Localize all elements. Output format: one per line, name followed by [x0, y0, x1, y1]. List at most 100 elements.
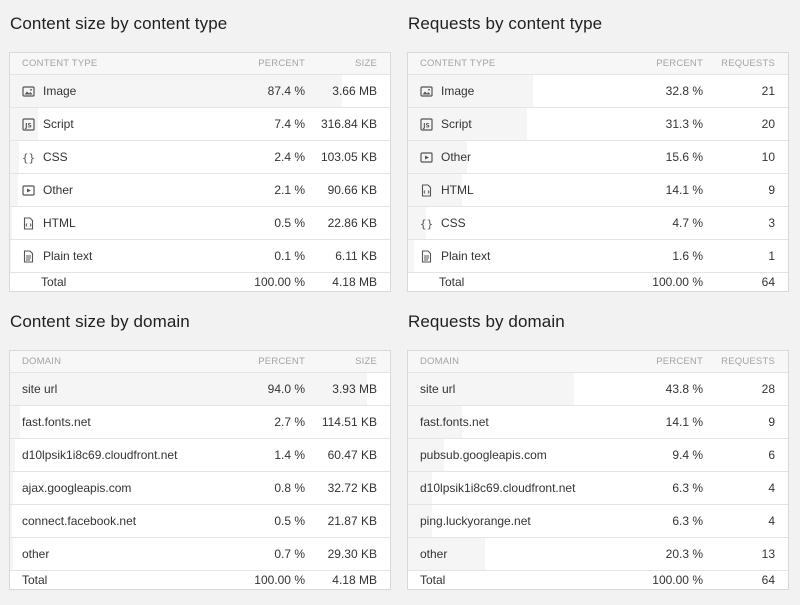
table: DOMAIN PERCENT SIZE site url 94.0 % 3.93 M… — [9, 350, 391, 590]
row-percent: 2.4 % — [274, 150, 305, 164]
table-header: DOMAIN PERCENT REQUESTS — [408, 351, 788, 373]
row-value: 21.87 KB — [327, 514, 377, 528]
table-row-site-url[interactable]: site url 94.0 % 3.93 MB — [10, 373, 390, 406]
row-label: Plain text — [43, 249, 93, 263]
table-row-image[interactable]: Image 87.4 % 3.66 MB — [10, 75, 390, 108]
row-percent: 14.1 % — [665, 415, 703, 429]
row-label: Other — [441, 150, 472, 164]
table-header: DOMAIN PERCENT SIZE — [10, 351, 390, 373]
row-label: Other — [43, 183, 74, 197]
script-icon: JS — [420, 117, 433, 131]
row-value: 9 — [768, 183, 775, 197]
table-row-d10lpsik1i8c69-cloudfront-net[interactable]: d10lpsik1i8c69.cloudfront.net 6.3 % 4 — [408, 472, 788, 505]
panel-title: Requests by domain — [408, 312, 565, 331]
total-label: Total — [420, 573, 446, 587]
table-row-script[interactable]: JS Script 7.4 % 316.84 KB — [10, 108, 390, 141]
row-value: 32.72 KB — [327, 481, 377, 495]
row-percent: 9.4 % — [672, 448, 703, 462]
table-row-css[interactable]: {} CSS 4.7 % 3 — [408, 207, 788, 240]
table-row-d10lpsik1i8c69-cloudfront-net[interactable]: d10lpsik1i8c69.cloudfront.net 1.4 % 60.47 … — [10, 439, 390, 472]
table-row-plain-text[interactable]: Plain text 1.6 % 1 — [408, 240, 788, 273]
header-percent[interactable]: PERCENT — [215, 356, 305, 367]
table-row-connect-facebook-net[interactable]: connect.facebook.net 0.5 % 21.87 KB — [10, 505, 390, 538]
header-percent[interactable]: PERCENT — [613, 356, 703, 367]
header-domain[interactable]: DOMAIN — [10, 356, 215, 367]
row-label: d10lpsik1i8c69.cloudfront.net — [22, 448, 178, 462]
header-domain[interactable]: DOMAIN — [408, 356, 613, 367]
row-label: fast.fonts.net — [420, 415, 489, 429]
row-percent: 20.3 % — [665, 547, 703, 561]
row-percent: 0.8 % — [274, 481, 305, 495]
row-percent: 94.0 % — [267, 382, 305, 396]
header-content-type[interactable]: CONTENT TYPE — [10, 58, 215, 69]
other-icon — [420, 151, 433, 164]
table-row-image[interactable]: Image 32.8 % 21 — [408, 75, 788, 108]
header-size[interactable]: SIZE — [305, 58, 390, 69]
image-icon — [420, 85, 433, 98]
row-label: ajax.googleapis.com — [22, 481, 132, 495]
row-label: fast.fonts.net — [22, 415, 91, 429]
total-size: 4.18 MB — [332, 573, 377, 587]
table-row-site-url[interactable]: site url 43.8 % 28 — [408, 373, 788, 406]
table-row-other[interactable]: Other 2.1 % 90.66 KB — [10, 174, 390, 207]
table-row-fast-fonts-net[interactable]: fast.fonts.net 2.7 % 114.51 KB — [10, 406, 390, 439]
row-value: 20 — [761, 117, 775, 131]
row-label: Plain text — [441, 249, 491, 263]
row-name-cell: Other — [408, 150, 613, 164]
table: CONTENT TYPE PERCENT SIZE Image 87.4 % 3.6… — [9, 52, 391, 292]
row-value: 316.84 KB — [320, 117, 377, 131]
row-name-cell: other — [10, 547, 215, 561]
table-header: CONTENT TYPE PERCENT REQUESTS — [408, 53, 788, 75]
table-row-html[interactable]: HTML 0.5 % 22.86 KB — [10, 207, 390, 240]
table-row-pubsub-googleapis-com[interactable]: pubsub.googleapis.com 9.4 % 6 — [408, 439, 788, 472]
html-icon — [420, 183, 433, 197]
row-name-cell: d10lpsik1i8c69.cloudfront.net — [10, 448, 215, 462]
header-size[interactable]: SIZE — [305, 356, 390, 367]
row-label: other — [22, 547, 50, 561]
row-value: 9 — [768, 415, 775, 429]
header-percent[interactable]: PERCENT — [613, 58, 703, 69]
row-name-cell: JS Script — [408, 117, 613, 131]
other-icon — [22, 184, 35, 197]
header-percent[interactable]: PERCENT — [215, 58, 305, 69]
table-row-other[interactable]: Other 15.6 % 10 — [408, 141, 788, 174]
row-label: other — [420, 547, 448, 561]
total-row: Total 100.00 % 4.18 MB — [10, 571, 390, 589]
svg-text:{}: {} — [22, 151, 35, 164]
table-row-other[interactable]: other 20.3 % 13 — [408, 538, 788, 571]
table-row-html[interactable]: HTML 14.1 % 9 — [408, 174, 788, 207]
table-row-plain-text[interactable]: Plain text 0.1 % 6.11 KB — [10, 240, 390, 273]
total-label: Total — [439, 275, 465, 289]
table-row-css[interactable]: {} CSS 2.4 % 103.05 KB — [10, 141, 390, 174]
row-value: 103.05 KB — [320, 150, 377, 164]
row-value: 60.47 KB — [327, 448, 377, 462]
row-label: Script — [43, 117, 74, 131]
header-requests[interactable]: REQUESTS — [703, 356, 788, 367]
total-row: Total 100.00 % 4.18 MB — [10, 273, 390, 291]
row-value: 4 — [768, 481, 775, 495]
svg-text:JS: JS — [24, 122, 32, 129]
row-label: Image — [43, 84, 77, 98]
row-name-cell: d10lpsik1i8c69.cloudfront.net — [408, 481, 613, 495]
row-value: 114.51 KB — [321, 415, 377, 429]
table-row-fast-fonts-net[interactable]: fast.fonts.net 14.1 % 9 — [408, 406, 788, 439]
table-row-other[interactable]: other 0.7 % 29.30 KB — [10, 538, 390, 571]
table-row-ping-luckyorange-net[interactable]: ping.luckyorange.net 6.3 % 4 — [408, 505, 788, 538]
row-value: 21 — [761, 84, 775, 98]
table-row-script[interactable]: JS Script 31.3 % 20 — [408, 108, 788, 141]
row-name-cell: pubsub.googleapis.com — [408, 448, 613, 462]
row-percent: 43.8 % — [665, 382, 703, 396]
table-row-ajax-googleapis-com[interactable]: ajax.googleapis.com 0.8 % 32.72 KB — [10, 472, 390, 505]
row-value: 3.93 MB — [332, 382, 377, 396]
panel-size-by-type: Content size by content type CONTENT TYP… — [9, 6, 391, 292]
total-requests: 64 — [761, 573, 775, 587]
header-content-type[interactable]: CONTENT TYPE — [408, 58, 613, 69]
row-name-cell: connect.facebook.net — [10, 514, 215, 528]
html-icon — [22, 216, 35, 230]
total-label: Total — [22, 573, 48, 587]
header-requests[interactable]: REQUESTS — [703, 58, 788, 69]
panel-title: Requests by content type — [408, 14, 603, 33]
row-label: site url — [420, 382, 456, 396]
row-name-cell: ajax.googleapis.com — [10, 481, 215, 495]
row-name-cell: {} CSS — [10, 150, 215, 164]
